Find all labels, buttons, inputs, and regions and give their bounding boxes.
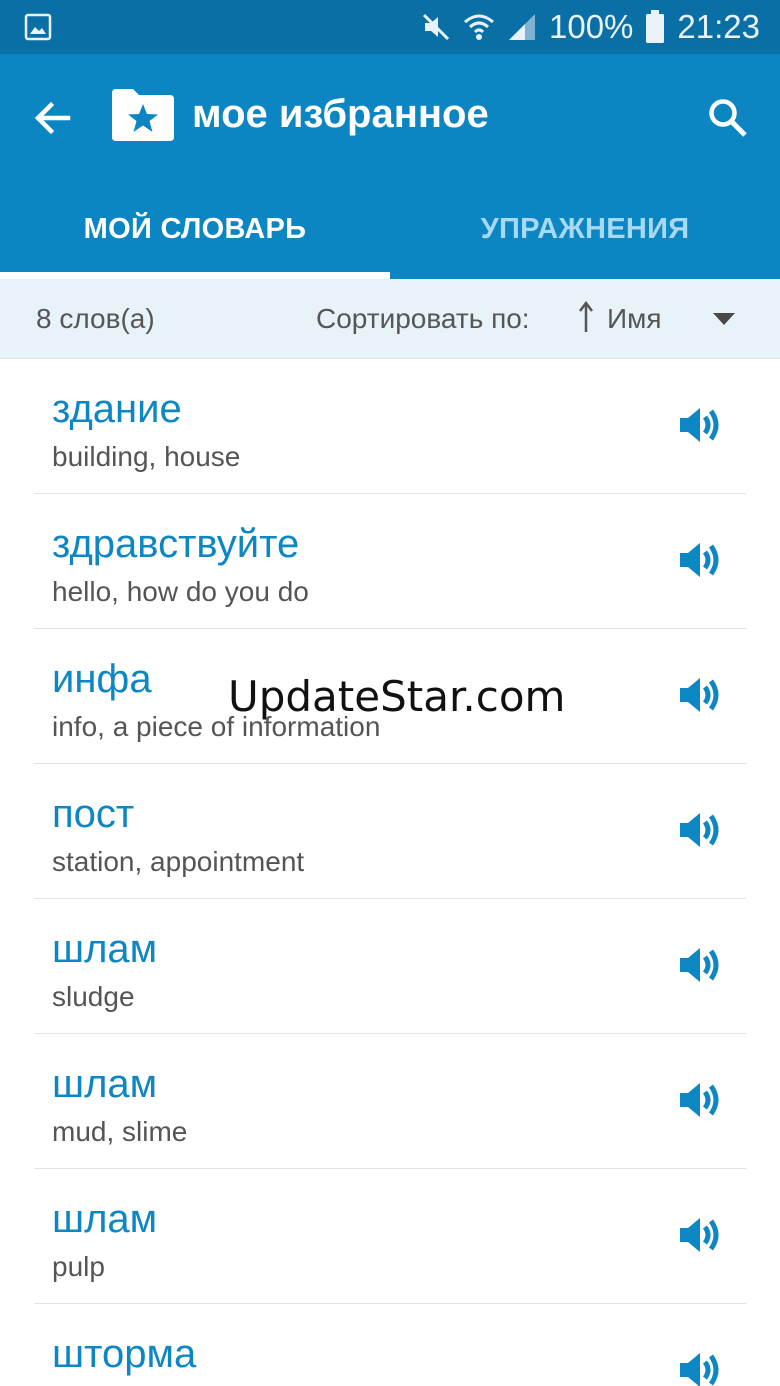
page-title: мое избранное — [192, 92, 489, 136]
arrow-left-icon — [34, 101, 71, 135]
speaker-icon[interactable] — [676, 1078, 726, 1122]
word-text: шлам — [52, 1062, 158, 1106]
translation-text: mud, slime — [52, 1116, 188, 1147]
word-count: 8 слов(а) — [36, 303, 155, 334]
sort-label: Сортировать по: — [316, 303, 530, 334]
speaker-icon[interactable] — [676, 538, 726, 582]
sort-bar: 8 слов(а) Сортировать по: Имя — [0, 279, 780, 359]
gallery-icon — [24, 13, 52, 41]
word-text: шлам — [52, 1197, 158, 1241]
list-item[interactable]: шторма — [0, 1304, 780, 1386]
battery-percent: 100% — [549, 8, 634, 45]
word-list: здание building, house здравствуйте hell… — [0, 359, 780, 1386]
list-item[interactable]: шлам pulp — [0, 1169, 780, 1304]
speaker-icon[interactable] — [676, 1213, 726, 1257]
active-tab-indicator — [0, 272, 390, 279]
translation-text: sludge — [52, 981, 135, 1012]
word-text: пост — [52, 792, 135, 836]
search-icon — [709, 99, 747, 137]
speaker-icon[interactable] — [676, 808, 726, 852]
sort-select[interactable]: Имя — [607, 303, 662, 335]
status-bar: 100% 21:23 — [0, 0, 780, 54]
speaker-icon[interactable] — [676, 1348, 726, 1386]
list-item[interactable]: здание building, house — [0, 359, 780, 494]
tab-bar: МОЙ СЛОВАРЬ УПРАЖНЕНИЯ — [0, 194, 780, 279]
status-right: 100% 21:23 — [421, 0, 760, 54]
list-item[interactable]: шлам mud, slime — [0, 1034, 780, 1169]
dropdown-arrow-icon[interactable] — [712, 312, 736, 326]
list-item[interactable]: здравствуйте hello, how do you do — [0, 494, 780, 629]
watermark: UpdateStar.com — [228, 672, 566, 721]
speaker-icon[interactable] — [676, 403, 726, 447]
app-bar: мое избранное МОЙ СЛОВАРЬ УПРАЖНЕНИЯ — [0, 54, 780, 279]
search-button[interactable] — [700, 90, 756, 146]
wifi-icon — [464, 14, 494, 40]
word-text: шторма — [52, 1332, 197, 1376]
translation-text: building, house — [52, 441, 241, 472]
screen: 100% 21:23 мое избранное МОЙ СЛОВАРЬ УПР… — [0, 0, 780, 1386]
list-item[interactable]: шлам sludge — [0, 899, 780, 1034]
tab-exercises[interactable]: УПРАЖНЕНИЯ — [390, 194, 780, 279]
translation-text: pulp — [52, 1251, 105, 1282]
signal-icon — [509, 14, 535, 40]
star-folder-icon — [112, 89, 174, 141]
speaker-icon[interactable] — [676, 943, 726, 987]
word-text: здание — [52, 387, 182, 431]
clock: 21:23 — [677, 8, 760, 45]
translation-text: hello, how do you do — [52, 576, 309, 607]
back-button[interactable] — [28, 94, 76, 142]
sort-ascending-icon[interactable] — [578, 301, 594, 335]
translation-text: station, appointment — [52, 846, 305, 877]
word-text: шлам — [52, 927, 158, 971]
word-text: инфа — [52, 657, 152, 701]
mute-icon — [422, 13, 450, 41]
list-item[interactable]: пост station, appointment — [0, 764, 780, 899]
battery-icon — [646, 10, 665, 43]
tab-my-dictionary[interactable]: МОЙ СЛОВАРЬ — [0, 194, 390, 279]
word-text: здравствуйте — [52, 522, 300, 566]
speaker-icon[interactable] — [676, 673, 726, 717]
